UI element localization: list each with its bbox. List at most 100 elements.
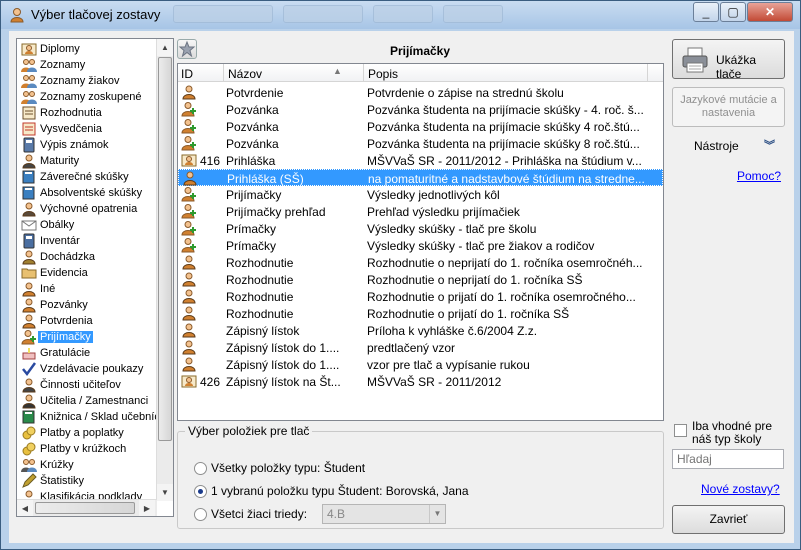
category-item-label: Prijímačky [38,331,93,343]
maximize-button[interactable]: ▢ [720,2,746,22]
report-row[interactable]: Prímačky Výsledky skúšky - tlač pre školu [178,220,663,237]
report-row[interactable]: 416 Prihláška MŠVVaŠ SR - 2011/2012 - Prih… [178,152,663,169]
person-add-icon [21,329,37,345]
window-title: Výber tlačovej zostavy [31,7,161,22]
search-input[interactable] [672,449,784,469]
person-icon [181,356,197,372]
category-item-label: Evidencia [40,267,88,279]
report-row[interactable]: Prihláška (SŠ) na pomaturitné a nadstavbo… [178,169,663,186]
report-row[interactable]: Prijímačky Výsledky jednotlivých kôl [178,186,663,203]
category-list-vertical-scrollbar[interactable]: ▲ ▼ [156,39,173,501]
pencil-icon [21,473,37,489]
report-selection-window: Výber tlačovej zostavy _ ▢ ✕ Diplomy Zozn… [0,0,801,550]
report-row[interactable]: Pozvánka Pozvánka študenta na prijímacie … [178,101,663,118]
language-settings-button[interactable]: Jazykové mutácie a nastavenia [672,87,785,127]
report-description: Prehľad výsledku prijímačiek [367,205,520,219]
report-row[interactable]: Pozvánka Pozvánka študenta na prijímacie … [178,135,663,152]
people-icon [21,73,37,89]
minimize-button[interactable]: _ [693,2,719,22]
category-item-label: Učitelia / Zamestnanci [40,395,149,407]
only-suitable-label[interactable]: Iba vhodné pre náš typ školy [692,420,792,446]
category-item-label: Výchovné opatrenia [40,203,138,215]
report-name: Rozhodnutie [226,273,294,287]
report-description: Príloha k vyhláške č.6/2004 Z.z. [367,324,538,338]
check-icon [21,361,37,377]
report-row[interactable]: Zápisný lístok do 1.... vzor pre tlač a v… [178,356,663,373]
report-description: Pozvánka študenta na prijímacie skúšky 8… [367,137,640,151]
category-list[interactable]: Diplomy Zoznamy Zoznamy žiakov Zoznamy zosk… [16,38,174,517]
close-button[interactable]: Zavrieť [672,505,785,534]
report-name: Rozhodnutie [226,307,294,321]
report-description: Rozhodnutie o prijatí do 1. ročníka osem… [367,290,636,304]
column-header-description[interactable]: Popis [368,67,398,81]
radio-one-item[interactable] [194,485,207,498]
report-row[interactable]: Rozhodnutie Rozhodnutie o neprijatí do 1.… [178,254,663,271]
scroll-down-button[interactable]: ▼ [157,484,173,501]
report-name: Potvrdenie [226,86,284,100]
people-icon [21,457,37,473]
printer-icon [682,47,708,73]
certificate-icon [21,121,37,137]
radio-all-items-label[interactable]: Všetky položky typu: Študent [211,461,365,475]
print-preview-label: Ukážka tlače [716,53,757,81]
report-row[interactable]: Pozvánka Pozvánka študenta na prijímacie … [178,118,663,135]
report-row[interactable]: Prímačky Výsledky skúšky - tlač pre žiako… [178,237,663,254]
cake-icon [21,345,37,361]
person-icon [181,271,197,287]
radio-all-items[interactable] [194,462,207,475]
report-grid[interactable]: ID Názov ▲ Popis Potvrdenie Potvrdenie o … [177,63,664,421]
report-row[interactable]: Rozhodnutie Rozhodnutie o prijatí do 1. r… [178,305,663,322]
report-row[interactable]: Potvrdenie Potvrdenie o zápise na strednú… [178,84,663,101]
chevron-down-icon[interactable]: ▼ [429,505,445,523]
calculator-icon [21,233,37,249]
report-row[interactable]: Prijímačky prehľad Prehľad výsledku prijí… [178,203,663,220]
category-item-label: Potvrdenia [40,315,93,327]
person-icon [21,377,37,393]
scroll-right-button[interactable]: ▶ [139,500,155,516]
close-window-button[interactable]: ✕ [747,2,793,22]
scroll-left-button[interactable]: ◀ [17,500,33,516]
double-chevron-down-icon[interactable]: ︾ [764,137,775,153]
report-name: Rozhodnutie [226,290,294,304]
grades-icon [21,137,37,153]
coins-icon [21,441,37,457]
column-header-id[interactable]: ID [181,67,193,81]
people-icon [21,89,37,105]
help-link[interactable]: Pomoc? [737,169,781,183]
radio-one-item-label[interactable]: 1 vybranú položku typu Študent: Borovská… [211,484,469,498]
report-description: Výsledky skúšky - tlač pre školu [367,222,537,236]
column-separator[interactable] [363,64,364,82]
tools-header[interactable]: Nástroje ︾ [672,136,785,156]
report-name: Prímačky [226,239,277,253]
report-row[interactable]: Zápisný lístok do 1.... predtlačený vzor [178,339,663,356]
column-header-name[interactable]: Názov [228,67,262,81]
scroll-thumb[interactable] [158,57,172,441]
horizontal-scroll-thumb[interactable] [35,502,135,514]
print-preview-button[interactable]: Ukážka tlače [672,39,785,81]
column-separator[interactable] [647,64,648,82]
report-row[interactable]: 426 Zápisný lístok na Št... MŠVVaŠ SR - 20… [178,373,663,390]
radio-whole-class[interactable] [194,508,207,521]
scroll-up-button[interactable]: ▲ [157,39,173,56]
sort-asc-icon: ▲ [333,66,342,76]
new-reports-link[interactable]: Nové zostavy? [701,482,780,496]
category-list-horizontal-scrollbar[interactable]: ◀ ▶ [17,499,157,516]
category-item-label: Absolventské skúšky [40,187,143,199]
report-name: Zápisný lístok do 1.... [226,341,340,355]
category-item-label: Výpis známok [40,139,109,151]
teacher-icon [21,393,37,409]
only-suitable-checkbox[interactable] [674,424,687,437]
category-item-label: Zoznamy [40,59,86,71]
report-description: MŠVVaŠ SR - 2011/2012 [367,375,502,389]
report-row[interactable]: Zápisný lístok Príloha k vyhláške č.6/200… [178,322,663,339]
radio-whole-class-label[interactable]: Všetci žiaci triedy: [211,507,307,521]
report-row[interactable]: Rozhodnutie Rozhodnutie o neprijatí do 1.… [178,271,663,288]
title-bar[interactable]: Výber tlačovej zostavy _ ▢ ✕ [1,1,800,29]
report-row[interactable]: Rozhodnutie Rozhodnutie o prijatí do 1. r… [178,288,663,305]
category-item-label: Krúžky [40,459,74,471]
column-separator[interactable] [223,64,224,82]
report-name: Pozvánka [226,137,279,151]
book-icon [21,185,37,201]
class-select[interactable]: 4.B ▼ [322,504,446,524]
tools-panel: Pomoc? [672,159,785,414]
